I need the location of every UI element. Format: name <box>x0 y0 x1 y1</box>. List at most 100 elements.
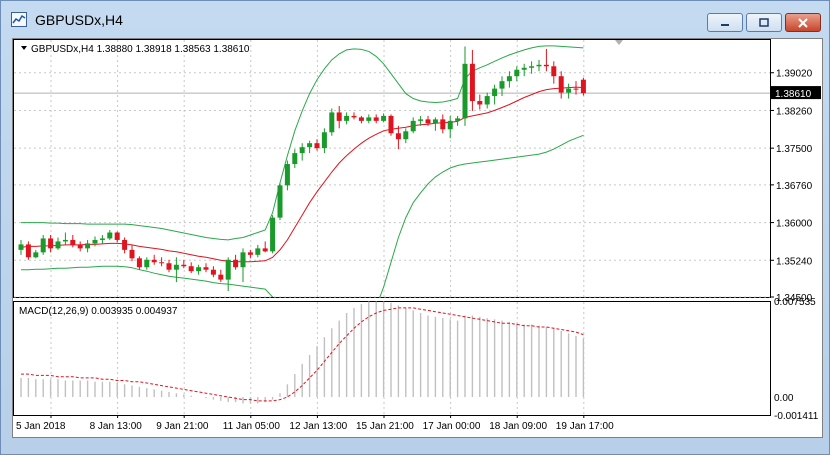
candle-bearish <box>477 101 483 105</box>
minimize-button[interactable] <box>707 13 743 32</box>
candle-bearish <box>358 117 364 121</box>
candle-bullish <box>85 243 91 249</box>
candle-bearish <box>388 115 394 134</box>
chart-canvas[interactable]: GBPUSDx,H4 1.38880 1.38918 1.38563 1.386… <box>13 39 822 437</box>
candle-bullish <box>225 259 231 280</box>
window-title: GBPUSDx,H4 <box>35 12 123 28</box>
candle-bearish <box>77 244 83 249</box>
candle-bullish <box>321 132 327 149</box>
candle-bullish <box>506 76 512 82</box>
candle-bullish <box>240 252 246 268</box>
candle-bullish <box>344 115 350 121</box>
candle-bearish <box>25 244 31 258</box>
candle-bullish <box>566 88 572 93</box>
candle-bearish <box>573 88 579 90</box>
candle-bearish <box>210 269 216 275</box>
chart-window-icon <box>11 12 27 27</box>
candle-bullish <box>366 117 372 121</box>
candle-bearish <box>336 112 342 121</box>
time-axis-label: 11 Jan 05:00 <box>223 421 281 432</box>
candle-bullish <box>403 131 409 140</box>
chart-icon-graphic <box>12 14 26 24</box>
time-axis-label: 19 Jan 17:00 <box>556 421 614 432</box>
macd-pane-border <box>13 301 771 416</box>
candle-bullish <box>455 118 461 121</box>
maximize-button[interactable] <box>746 13 782 32</box>
time-axis-label: 5 Jan 2018 <box>16 421 66 432</box>
candle-bullish <box>499 81 505 89</box>
price-axis-label: 1.35240 <box>776 256 813 267</box>
candle-bullish <box>447 120 453 130</box>
candle-bearish <box>188 266 194 272</box>
candle-bearish <box>314 143 320 149</box>
chart-shift-icon[interactable] <box>615 40 623 45</box>
candle-bullish <box>514 69 520 77</box>
bollinger-lower-band <box>21 134 584 297</box>
candle-bullish <box>529 66 535 68</box>
time-axis-label: 8 Jan 13:00 <box>90 421 143 432</box>
candle-bullish <box>144 259 150 268</box>
candle-bullish <box>284 164 290 186</box>
price-axis-label: 1.39020 <box>776 69 813 80</box>
candle-bullish <box>173 264 179 270</box>
candle-bearish <box>151 259 157 263</box>
time-axis-label: 9 Jan 21:00 <box>156 421 209 432</box>
candle-bullish <box>381 115 387 121</box>
candle-bearish <box>469 63 475 102</box>
candle-bearish <box>114 232 120 240</box>
candle-bearish <box>440 119 446 130</box>
candle-bullish <box>536 64 542 67</box>
time-axis-label: 15 Jan 21:00 <box>356 421 414 432</box>
title-bar[interactable]: GBPUSDx,H4 <box>1 1 829 37</box>
candle-bullish <box>196 267 202 272</box>
candle-bearish <box>181 264 187 267</box>
price-axis-label: 1.36760 <box>776 181 813 192</box>
candle-bullish <box>270 217 276 252</box>
candle-bearish <box>247 252 253 255</box>
candle-bullish <box>40 238 46 253</box>
candle-bullish <box>55 241 61 249</box>
candle-bearish <box>48 238 54 249</box>
candle-bearish <box>543 64 549 67</box>
candle-bearish <box>166 263 172 270</box>
macd-axis-label: -0.001411 <box>774 411 819 422</box>
candle-bearish <box>218 274 224 280</box>
candle-bullish <box>18 244 24 250</box>
candle-bullish <box>329 112 335 133</box>
candle-bullish <box>299 147 305 154</box>
macd-axis-label: 0.00 <box>774 393 794 404</box>
candle-bullish <box>410 120 416 132</box>
price-series-group <box>18 45 586 297</box>
candle-bullish <box>62 239 68 242</box>
candle-bearish <box>159 262 165 264</box>
candle-bullish <box>307 143 313 148</box>
time-axis-label: 12 Jan 13:00 <box>289 421 347 432</box>
candle-bearish <box>551 66 557 77</box>
candle-bullish <box>92 239 98 244</box>
close-icon <box>798 17 808 28</box>
restore-icon <box>759 17 769 27</box>
candle-bullish <box>99 238 105 240</box>
chart-window: GBPUSDx,H4 GBPUSDx,H4 1.38880 1.38918 1.… <box>0 0 830 455</box>
time-axis-label: 17 Jan 00:00 <box>423 421 481 432</box>
candle-bullish <box>462 63 468 119</box>
price-axis-label: 1.36000 <box>776 219 813 230</box>
close-button[interactable] <box>785 13 821 32</box>
chart-area[interactable]: GBPUSDx,H4 1.38880 1.38918 1.38563 1.386… <box>12 38 823 438</box>
candle-bearish <box>558 76 564 93</box>
candle-bearish <box>70 239 76 245</box>
candle-bullish <box>432 119 438 124</box>
candle-bullish <box>492 88 498 97</box>
symbol-info-label: GBPUSDx,H4 1.38880 1.38918 1.38563 1.386… <box>31 44 250 55</box>
dropdown-triangle-icon[interactable] <box>21 46 27 50</box>
minimize-icon <box>721 23 729 26</box>
candle-bearish <box>129 249 135 259</box>
current-price-label: 1.38610 <box>775 89 812 100</box>
candle-bearish <box>425 119 431 124</box>
price-axis-label: 1.37500 <box>776 144 813 155</box>
macd-axis-label: 0.007535 <box>774 297 816 308</box>
candle-bearish <box>395 133 401 140</box>
candle-bullish <box>292 153 298 165</box>
candle-bearish <box>351 115 357 118</box>
bollinger-upper-band <box>21 45 584 241</box>
